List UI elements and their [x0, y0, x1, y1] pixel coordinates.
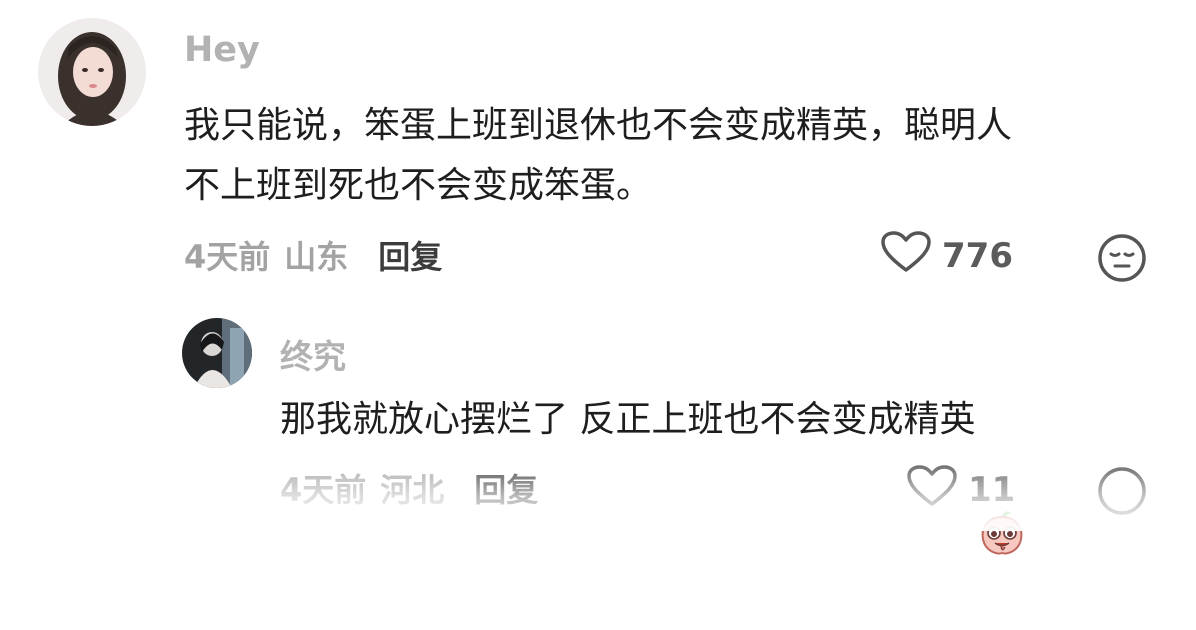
reply-text-body: 那我就放心摆烂了 反正上班也不会变成精英	[280, 399, 976, 440]
timestamp: 4天前	[184, 238, 271, 276]
heart-outline-icon	[906, 464, 958, 517]
like-count: 776	[942, 236, 1013, 276]
username[interactable]: Hey	[184, 30, 260, 70]
avatar[interactable]	[38, 18, 146, 126]
meh-face-icon	[1097, 234, 1147, 287]
avatar[interactable]	[182, 318, 252, 388]
location: 山东	[284, 238, 349, 276]
like-button[interactable]: 776	[880, 230, 1013, 278]
meh-face-icon	[1097, 467, 1147, 520]
reply-meta: 4天前 河北 回复	[280, 465, 538, 511]
like-count: 11	[968, 470, 1016, 510]
comment-meta: 4天前 山东 回复	[184, 232, 442, 278]
comment-text: 我只能说，笨蛋上班到退休也不会变成精英，聪明人 不上班到死也不会变成笨蛋。	[184, 105, 1013, 206]
reply-text: 那我就放心摆烂了 反正上班也不会变成精英	[280, 392, 1160, 555]
reply-button[interactable]: 回复	[474, 465, 538, 511]
drooling-peach-emoji	[977, 395, 1027, 555]
timestamp: 4天前	[280, 471, 367, 509]
reply-button[interactable]: 回复	[378, 232, 442, 278]
heart-outline-icon	[880, 230, 932, 283]
react-button[interactable]	[1097, 233, 1147, 287]
react-button[interactable]	[1097, 466, 1147, 520]
location: 河北	[380, 471, 445, 509]
like-button[interactable]: 11	[906, 464, 1016, 512]
username[interactable]: 终究	[280, 330, 346, 378]
